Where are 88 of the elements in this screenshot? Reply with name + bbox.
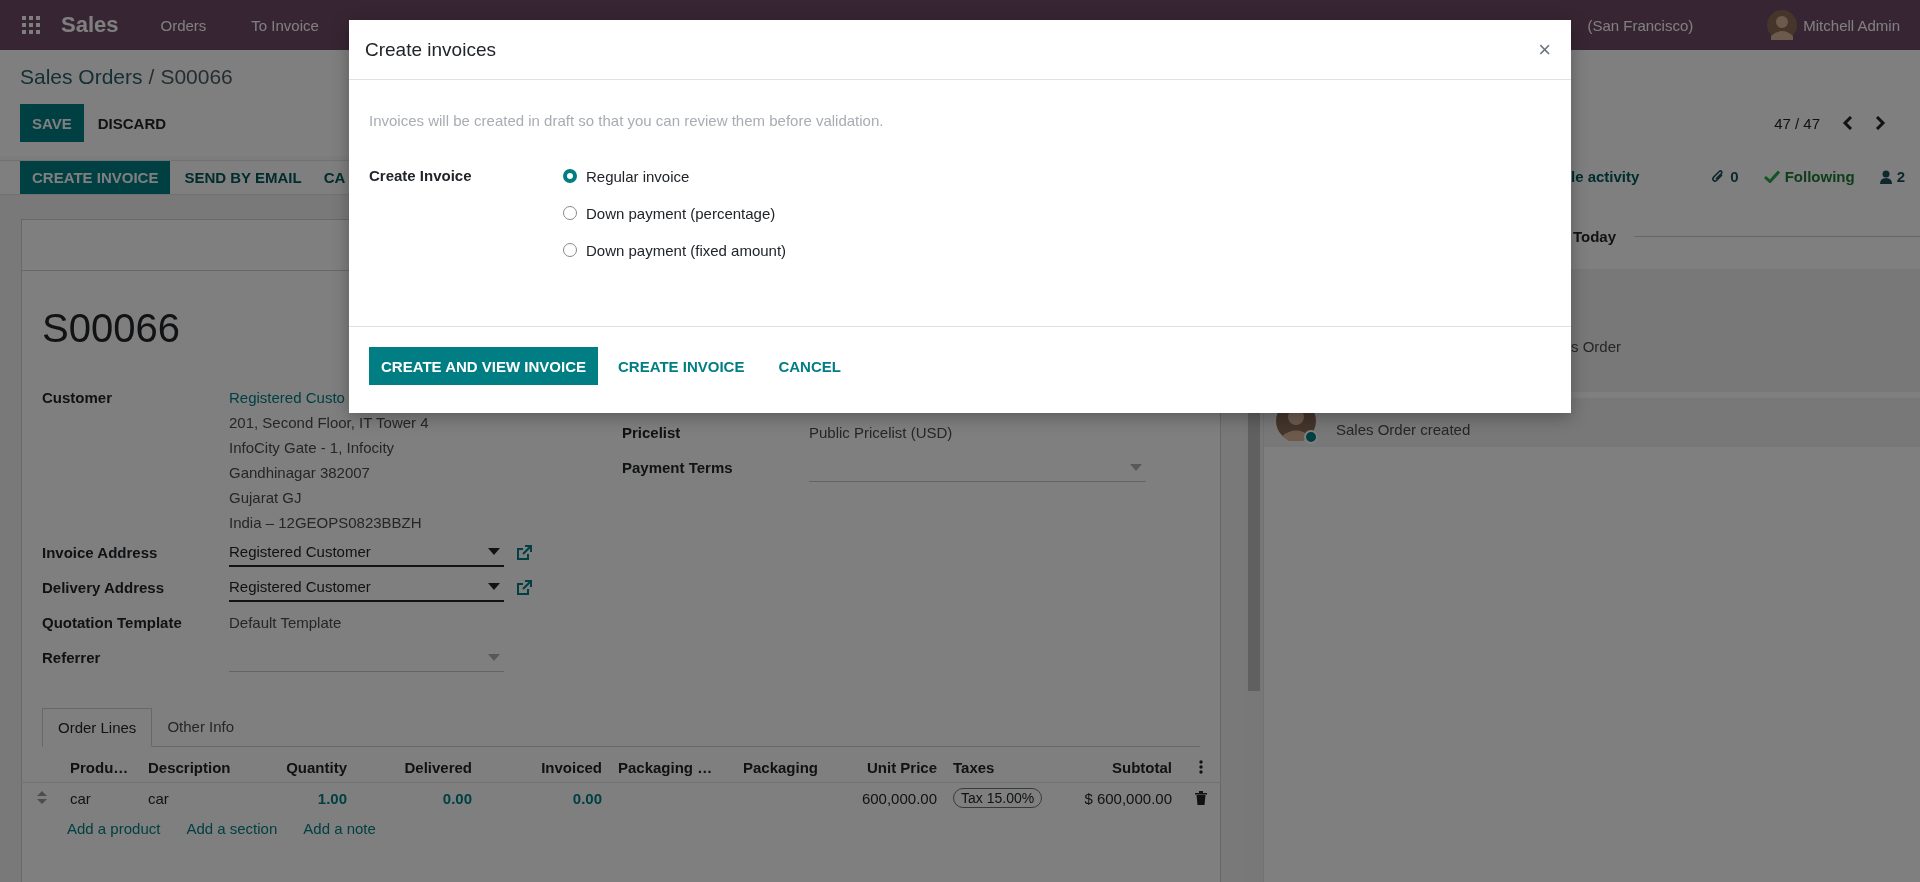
external-link-icon[interactable]	[516, 579, 532, 596]
record-name: S00066	[42, 306, 180, 350]
field-label: Customer	[42, 388, 113, 408]
add-line-link[interactable]: Add a note	[303, 819, 376, 837]
next-icon[interactable]	[1874, 116, 1886, 130]
column-header[interactable]: Delivered	[404, 758, 472, 776]
message-text: Sales Order created	[1336, 420, 1471, 440]
radio-label[interactable]: Down payment (fixed amount)	[586, 241, 787, 259]
caret-icon	[488, 583, 500, 590]
tab[interactable]: Other Info	[152, 708, 250, 746]
column-header[interactable]: Subtotal	[1112, 758, 1172, 776]
table-cell: car	[70, 789, 91, 807]
column-header[interactable]: Invoiced	[541, 758, 602, 776]
apps-menu-icon[interactable]	[22, 16, 40, 34]
caret-icon	[488, 548, 500, 555]
user-icon	[1879, 169, 1892, 184]
field-value: Public Pricelist (USD)	[809, 424, 953, 441]
address-line: India – 12GEOPS0823BBZH	[229, 513, 423, 533]
field-label: Referrer	[42, 649, 102, 666]
radio-label[interactable]: Regular invoice	[586, 167, 690, 185]
table-cell: car	[148, 789, 169, 807]
breadcrumb-link[interactable]: Sales Orders	[20, 65, 143, 89]
select-field[interactable]: Registered Customer	[229, 573, 504, 602]
column-header[interactable]: Description	[148, 758, 231, 776]
app-name[interactable]: Sales	[61, 12, 119, 38]
pager-counter: 47 / 47	[1774, 114, 1820, 132]
column-header[interactable]: Taxes	[953, 758, 995, 776]
field-label: Create Invoice	[369, 166, 473, 186]
field-label: Payment Terms	[622, 459, 734, 476]
table-cell: 600,000.00	[861, 789, 937, 807]
caret-icon	[488, 653, 500, 661]
radio-label[interactable]: Down payment (percentage)	[586, 204, 776, 222]
address-line: 201, Second Floor, IT Tower 4	[229, 413, 429, 433]
caret-icon	[1130, 463, 1142, 471]
follower-count[interactable]: 2	[1896, 168, 1905, 185]
address-line: Gujarat GJ	[229, 488, 303, 508]
check-icon	[1763, 170, 1780, 183]
close-button[interactable]: ×	[1534, 36, 1555, 63]
message-text: s Order	[1571, 337, 1621, 357]
breadcrumb-current: S00066	[160, 65, 233, 89]
following-button[interactable]: Following	[1784, 168, 1855, 185]
field-value: Default Template	[229, 614, 342, 631]
drag-handle-icon[interactable]	[36, 790, 47, 804]
column-header[interactable]: Packaging	[743, 758, 819, 776]
field-label: Pricelist	[622, 424, 682, 441]
dialog-title: Create invoices	[365, 38, 496, 61]
user-avatar-icon[interactable]	[1767, 10, 1798, 40]
table-cell: 0.00	[572, 789, 602, 807]
action-button[interactable]: CA	[315, 161, 354, 194]
field-label: Invoice Address	[42, 544, 159, 561]
table-cell: $ 600,000.00	[1084, 789, 1172, 807]
select-field[interactable]: Registered Customer	[229, 538, 504, 567]
address-line: InfoCity Gate - 1, Infocity	[229, 438, 396, 458]
external-link-icon[interactable]	[516, 544, 532, 561]
add-line-link[interactable]: Add a section	[186, 819, 278, 837]
table-row[interactable]: car car 1.00 0.00 0.00 600,000.00 Tax 15.00% $ 600,000.00	[21, 783, 1221, 813]
trash-icon[interactable]	[1194, 791, 1207, 805]
form-button[interactable]: DISCARD	[85, 104, 179, 142]
date-separator: Today	[1573, 227, 1617, 245]
action-button[interactable]: SEND BY EMAIL	[176, 161, 310, 194]
address-line: Gandhinagar 382007	[229, 463, 371, 483]
column-header[interactable]: Quantity	[286, 758, 347, 776]
table-cell: 0.00	[442, 789, 472, 807]
add-line-link[interactable]: Add a product	[67, 819, 161, 837]
action-button[interactable]: CREATE INVOICE	[20, 161, 171, 194]
menu-item[interactable]: Orders	[160, 16, 207, 34]
form-button[interactable]: SAVE	[20, 104, 84, 142]
previous-icon[interactable]	[1842, 116, 1854, 130]
column-header[interactable]: Produ…	[70, 758, 129, 776]
table-cell: 1.00	[317, 789, 347, 807]
column-header[interactable]: Packaging …	[618, 758, 713, 776]
field-label: Quotation Template	[42, 614, 183, 631]
tab[interactable]: Order Lines	[42, 708, 153, 747]
more-options-icon[interactable]	[1198, 760, 1203, 774]
schedule-activity-link[interactable]: le activity	[1571, 168, 1640, 185]
menu-item[interactable]: To Invoice	[251, 16, 319, 34]
dialog-button[interactable]: CREATE INVOICE	[604, 347, 759, 385]
attachment-count[interactable]: 0	[1730, 168, 1739, 185]
column-header[interactable]: Unit Price	[866, 758, 937, 776]
company-switcher[interactable]: (San Francisco)	[1587, 16, 1694, 34]
dialog-button[interactable]: CANCEL	[764, 347, 855, 385]
field-label: Delivery Address	[42, 579, 165, 596]
radio-button[interactable]	[563, 169, 577, 183]
dialog-button[interactable]: CREATE AND VIEW INVOICE	[369, 347, 598, 385]
paperclip-icon[interactable]	[1711, 169, 1726, 184]
breadcrumb-separator: /	[148, 65, 155, 89]
user-name[interactable]: Mitchell Admin	[1803, 16, 1900, 34]
dialog-hint: Invoices will be created in draft so that you can review them before validation.	[369, 111, 885, 131]
